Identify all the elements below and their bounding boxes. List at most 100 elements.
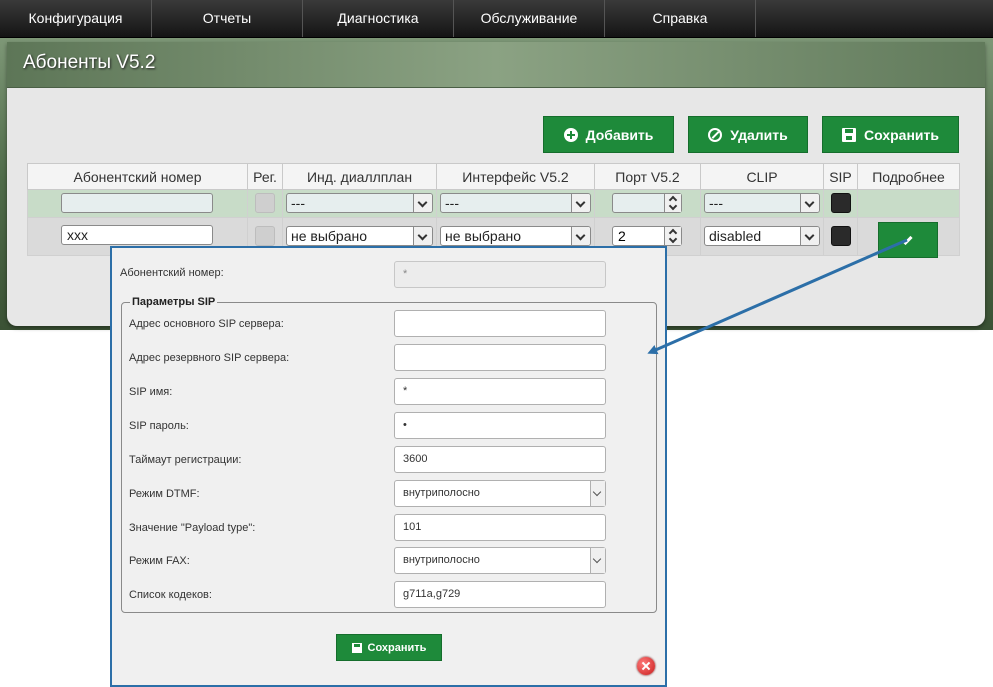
col-header-reg: Рег. xyxy=(247,163,283,190)
sip-password-label: SIP пароль: xyxy=(129,420,189,432)
reg-timeout-input[interactable]: 3600 xyxy=(394,446,606,473)
subscriber-number-label: Абонентский номер: xyxy=(120,267,224,279)
reg-checkbox[interactable] xyxy=(255,193,275,213)
table-header-row: Абонентский номер Рег. Инд. диаллплан Ин… xyxy=(27,163,960,190)
col-header-sip: SIP xyxy=(823,163,858,190)
floppy-icon xyxy=(351,642,362,653)
sip-checkbox[interactable] xyxy=(831,193,851,213)
fax-mode-select[interactable]: внутриполосно xyxy=(394,547,606,574)
interface-select[interactable]: не выбрано xyxy=(440,226,591,246)
fax-mode-label: Режим FAX: xyxy=(129,555,190,567)
col-header-number: Абонентский номер xyxy=(27,163,248,190)
nav-item-configuration[interactable]: Конфигурация xyxy=(0,0,152,37)
sip-checkbox[interactable] xyxy=(831,226,851,246)
edit-details-button[interactable] xyxy=(878,222,938,258)
cell-details xyxy=(857,217,960,258)
subscribers-table: Абонентский номер Рег. Инд. диаллплан Ин… xyxy=(27,163,960,258)
table-row: --- --- --- xyxy=(27,189,960,218)
cell-details xyxy=(857,189,960,218)
dialplan-select[interactable]: --- xyxy=(286,193,433,213)
reg-timeout-label: Таймаут регистрации: xyxy=(129,454,242,466)
chevron-down-icon xyxy=(800,227,819,245)
cell-clip: disabled xyxy=(700,217,824,256)
cell-reg xyxy=(247,189,283,218)
nav-item-help[interactable]: Справка xyxy=(605,0,756,37)
backup-server-label: Адрес резервного SIP сервера: xyxy=(129,352,290,364)
popup-save-label: Сохранить xyxy=(367,641,427,654)
add-button[interactable]: Добавить xyxy=(543,116,674,153)
top-nav: Конфигурация Отчеты Диагностика Обслужив… xyxy=(0,0,993,38)
save-button[interactable]: Сохранить xyxy=(822,116,959,153)
chevron-down-icon xyxy=(590,548,605,573)
number-input[interactable]: xxx xyxy=(61,225,213,245)
primary-server-label: Адрес основного SIP сервера: xyxy=(129,318,284,330)
cell-number xyxy=(27,189,248,218)
primary-server-input[interactable] xyxy=(394,310,606,337)
dialplan-select[interactable]: не выбрано xyxy=(286,226,433,246)
cell-sip xyxy=(823,217,858,256)
chevron-down-icon xyxy=(800,194,819,212)
pencil-icon xyxy=(903,235,913,246)
ban-icon xyxy=(708,127,723,142)
reg-checkbox[interactable] xyxy=(255,226,275,246)
interface-value: --- xyxy=(445,195,459,211)
col-header-dialplan: Инд. диаллплан xyxy=(282,163,437,190)
cell-dialplan: --- xyxy=(282,189,437,218)
page-title: Абоненты V5.2 xyxy=(23,52,156,73)
fax-mode-value: внутриполосно xyxy=(403,554,480,566)
sip-password-input[interactable]: • xyxy=(394,412,606,439)
col-header-details: Подробнее xyxy=(857,163,960,190)
sip-name-label: SIP имя: xyxy=(129,386,173,398)
port-stepper[interactable] xyxy=(612,193,682,213)
chevron-down-icon xyxy=(571,227,590,245)
save-button-label: Сохранить xyxy=(864,126,939,143)
popup-save-button[interactable]: Сохранить xyxy=(336,634,442,661)
clip-value: --- xyxy=(709,195,723,211)
dtmf-mode-select[interactable]: внутриполосно xyxy=(394,480,606,507)
payload-type-input[interactable]: 101 xyxy=(394,514,606,541)
dtmf-mode-value: внутриполосно xyxy=(403,487,480,499)
stepper-icon[interactable] xyxy=(664,194,681,212)
dialplan-value: --- xyxy=(291,195,305,211)
port-stepper[interactable]: 2 xyxy=(612,226,682,246)
port-value: 2 xyxy=(618,228,626,244)
chevron-down-icon xyxy=(590,481,605,506)
chevron-down-icon xyxy=(413,194,432,212)
close-icon[interactable] xyxy=(637,657,655,675)
col-header-clip: CLIP xyxy=(700,163,824,190)
codecs-input[interactable]: g711a,g729 xyxy=(394,581,606,608)
chevron-down-icon xyxy=(571,194,590,212)
subscriber-number-field: * xyxy=(394,261,606,288)
cell-clip: --- xyxy=(700,189,824,218)
cell-port xyxy=(594,189,701,218)
payload-type-label: Значение "Payload type": xyxy=(129,522,256,534)
clip-select[interactable]: --- xyxy=(704,193,820,213)
nav-item-diagnostics[interactable]: Диагностика xyxy=(303,0,454,37)
nav-item-reports[interactable]: Отчеты xyxy=(152,0,303,37)
sip-name-input[interactable]: * xyxy=(394,378,606,405)
col-header-interface: Интерфейс V5.2 xyxy=(436,163,595,190)
stepper-icon[interactable] xyxy=(664,227,681,245)
interface-value: не выбрано xyxy=(445,228,522,244)
cell-sip xyxy=(823,189,858,218)
clip-value: disabled xyxy=(709,228,762,244)
delete-button[interactable]: Удалить xyxy=(688,116,808,153)
delete-button-label: Удалить xyxy=(730,126,788,143)
interface-select[interactable]: --- xyxy=(440,193,591,213)
floppy-icon xyxy=(842,127,857,142)
backup-server-input[interactable] xyxy=(394,344,606,371)
panel-header: Абоненты V5.2 xyxy=(7,42,985,88)
clip-select[interactable]: disabled xyxy=(704,226,820,246)
cell-interface: --- xyxy=(436,189,595,218)
number-input[interactable] xyxy=(61,193,213,213)
col-header-port: Порт V5.2 xyxy=(594,163,701,190)
chevron-down-icon xyxy=(413,227,432,245)
dtmf-mode-label: Режим DTMF: xyxy=(129,488,200,500)
plus-circle-icon xyxy=(563,127,578,142)
codecs-label: Список кодеков: xyxy=(129,589,212,601)
sip-params-legend: Параметры SIP xyxy=(132,296,216,308)
sip-details-popup: Абонентский номер: * Параметры SIP Адрес… xyxy=(110,246,667,687)
add-button-label: Добавить xyxy=(585,126,654,143)
dialplan-value: не выбрано xyxy=(291,228,368,244)
nav-item-maintenance[interactable]: Обслуживание xyxy=(454,0,605,37)
